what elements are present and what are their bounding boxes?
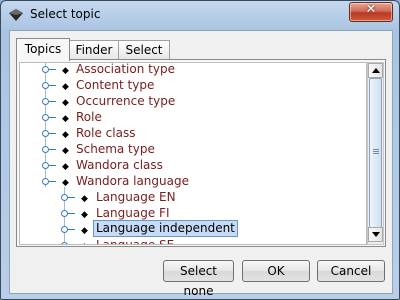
select-none-button[interactable]: Select none: [163, 260, 234, 298]
tree-node-label: Wandora language: [76, 174, 189, 188]
close-icon: ✕: [365, 2, 377, 17]
tree-node-label: Language SE: [96, 238, 175, 245]
close-button[interactable]: ✕: [349, 2, 393, 22]
tree-node-label: Role class: [76, 126, 136, 140]
tree-node[interactable]: ◆ Language FI: [20, 205, 366, 221]
tree-handle-icon[interactable]: [61, 226, 75, 233]
cancel-button[interactable]: Cancel: [317, 260, 385, 282]
tab-finder[interactable]: Finder: [68, 40, 120, 59]
tree-node-label: Language independent: [93, 220, 238, 237]
tree-node-label: Occurrence type: [76, 94, 176, 108]
scroll-up-button[interactable]: [368, 63, 383, 78]
tree-handle-icon[interactable]: [61, 210, 75, 217]
scroll-thumb[interactable]: [369, 78, 382, 228]
tree-handle-icon[interactable]: [42, 130, 56, 137]
tree-node[interactable]: ◆ Content type: [20, 77, 366, 93]
tree-node[interactable]: ◆ Schema type: [20, 141, 366, 157]
vertical-scrollbar[interactable]: [367, 62, 384, 245]
tree-handle-icon[interactable]: [42, 162, 56, 169]
tree-node[interactable]: ◆ Language SE: [20, 237, 366, 245]
dialog-content: Topics Finder Select ◆ Association type …: [9, 30, 393, 298]
tree-handle-icon[interactable]: [42, 98, 56, 105]
tree-node-label: Language FI: [96, 206, 170, 220]
tree-handle-icon[interactable]: [42, 146, 56, 153]
scroll-down-button[interactable]: [368, 227, 383, 242]
title-bar[interactable]: Select topic ✕: [1, 1, 399, 29]
topics-panel: ◆ Association type ◆ Content type ◆ Occu…: [16, 59, 386, 247]
dialog-window: Select topic ✕ Topics Finder Select ◆ As…: [0, 0, 400, 300]
tree-node[interactable]: ◆ Wandora language: [20, 173, 366, 189]
tree-node-selected[interactable]: ◆ Language independent: [20, 220, 366, 237]
tree-node[interactable]: ◆ Association type: [20, 62, 366, 77]
tree-handle-icon[interactable]: [42, 66, 56, 73]
tree-node-label: Language EN: [96, 190, 176, 204]
diamond-bullet-icon: ◆: [81, 239, 88, 244]
tree-node[interactable]: ◆ Role class: [20, 125, 366, 141]
arrow-up-icon: [372, 68, 380, 73]
tree-handle-icon[interactable]: [42, 114, 56, 121]
tree-handle-icon[interactable]: [61, 242, 68, 244]
tree-handle-icon[interactable]: [61, 194, 75, 201]
tree-node[interactable]: ◆ Role: [20, 109, 366, 125]
app-diamond-icon: [9, 9, 23, 21]
ok-button[interactable]: OK: [242, 260, 310, 282]
tree-handle-icon[interactable]: [42, 82, 56, 89]
tree-node-label: Content type: [76, 78, 155, 92]
tree-handle-icon[interactable]: [42, 178, 56, 185]
tree-node-label: Wandora class: [76, 158, 163, 172]
tree-node[interactable]: ◆ Language EN: [20, 189, 366, 205]
tree-node[interactable]: ◆ Wandora class: [20, 157, 366, 173]
tab-topics[interactable]: Topics: [16, 38, 70, 61]
tree-node-label: Association type: [76, 62, 175, 76]
dialog-title: Select topic: [30, 7, 101, 21]
tree-node-label: Role: [76, 110, 102, 124]
topic-tree[interactable]: ◆ Association type ◆ Content type ◆ Occu…: [19, 62, 367, 245]
tree-node[interactable]: ◆ Occurrence type: [20, 93, 366, 109]
tree-node-label: Schema type: [76, 142, 155, 156]
tab-select[interactable]: Select: [118, 40, 170, 59]
arrow-down-icon: [372, 232, 380, 237]
